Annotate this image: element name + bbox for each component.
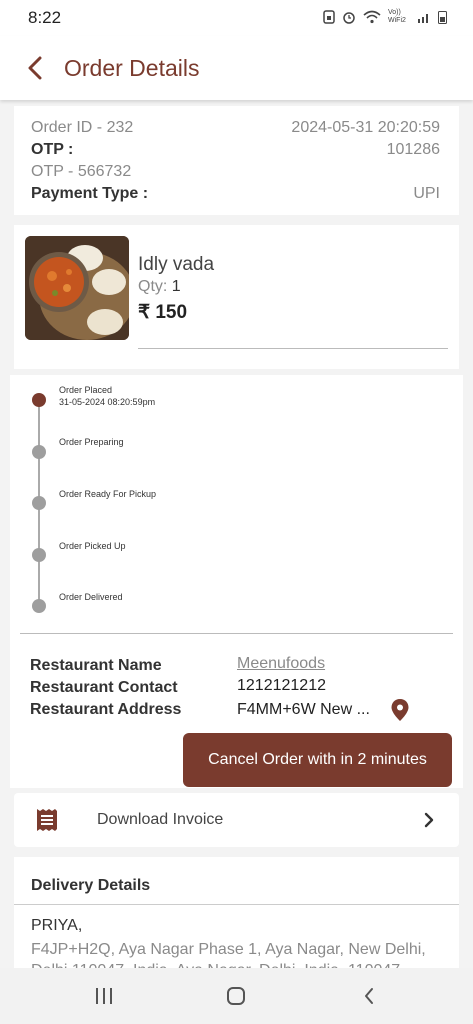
otp-label: OTP : xyxy=(31,141,74,158)
timeline-step-ready-for-pickup: Order Ready For Pickup xyxy=(59,489,157,499)
timeline-step-order-placed: Order Placed 31-05-2024 08:20:59pm xyxy=(59,384,155,408)
signal-icon xyxy=(418,14,428,23)
otp-secondary: OTP - 566732 xyxy=(31,163,132,180)
invoice-icon xyxy=(36,808,58,832)
payment-type-value: UPI xyxy=(413,185,440,202)
wifi-icon xyxy=(363,10,381,24)
back-arrow-icon xyxy=(28,56,42,80)
item-price: ₹ 150 xyxy=(138,302,188,323)
restaurant-contact-value[interactable]: 1212121212 xyxy=(237,677,326,695)
qty-label: Qty: xyxy=(138,278,168,295)
food-image xyxy=(25,236,129,340)
timeline-step-label: Order Placed xyxy=(59,385,113,395)
back-button[interactable] xyxy=(20,52,50,84)
status-time: 8:22 xyxy=(28,8,62,27)
qty-value: 1 xyxy=(171,278,181,295)
app-bar: Order Details xyxy=(0,36,473,100)
timeline-dot-order-placed xyxy=(32,393,46,407)
chevron-right-icon xyxy=(423,810,435,830)
item-quantity: Qty: 1 xyxy=(138,278,181,296)
timeline-step-picked-up: Order Picked Up xyxy=(59,541,126,551)
system-nav-bar xyxy=(0,968,473,1024)
cancel-order-button[interactable]: Cancel Order with in 2 minutes xyxy=(183,733,452,787)
status-bar: 8:22 Vo)) WiFi2 xyxy=(0,0,473,36)
recent-apps-icon xyxy=(96,988,112,1004)
delivery-customer-name: PRIYA, xyxy=(31,917,83,934)
payment-type-label: Payment Type : xyxy=(31,185,149,202)
network-label: Vo)) WiFi2 xyxy=(388,9,406,24)
page-title: Order Details xyxy=(64,55,200,81)
order-item-card: Idly vada Qty: 1 ₹ 150 xyxy=(14,225,459,369)
timeline-dot-ready-for-pickup xyxy=(32,496,46,510)
timeline-dot-delivered xyxy=(32,599,46,613)
download-invoice-row[interactable]: Download Invoice xyxy=(14,793,459,847)
timeline-dot-order-preparing xyxy=(32,445,46,459)
restaurant-name-link[interactable]: Meenufoods xyxy=(237,655,325,673)
timeline-dot-picked-up xyxy=(32,548,46,562)
order-datetime: 2024-05-31 20:20:59 xyxy=(291,119,440,136)
order-info-card: Order ID - 232 2024-05-31 20:20:59 OTP :… xyxy=(14,106,459,215)
timeline-step-delivered: Order Delivered xyxy=(59,592,123,602)
battery-icon xyxy=(438,11,447,24)
order-status-card: Order Placed 31-05-2024 08:20:59pm Order… xyxy=(10,375,463,788)
divider xyxy=(14,904,459,905)
order-id: Order ID - 232 xyxy=(31,119,134,136)
back-chevron-icon xyxy=(365,988,373,1004)
timeline-step-time: 31-05-2024 08:20:59pm xyxy=(59,397,156,407)
restaurant-address-label: Restaurant Address xyxy=(30,701,182,718)
timeline-step-order-preparing: Order Preparing xyxy=(59,437,124,447)
recent-apps-button[interactable] xyxy=(89,982,119,1010)
divider xyxy=(138,348,448,349)
alarm-icon xyxy=(343,12,355,24)
divider xyxy=(20,633,453,634)
restaurant-address-value: F4MM+6W New ... xyxy=(237,701,370,718)
item-name: Idly vada xyxy=(138,254,215,275)
restaurant-contact-label: Restaurant Contact xyxy=(30,679,178,696)
delivery-details-title: Delivery Details xyxy=(31,877,151,894)
lock-icon xyxy=(323,10,335,24)
otp-value: 101286 xyxy=(386,141,440,158)
status-icons: Vo)) WiFi2 xyxy=(323,9,447,25)
map-pin-icon[interactable] xyxy=(390,698,410,722)
restaurant-name-label: Restaurant Name xyxy=(30,657,162,674)
home-icon xyxy=(227,987,245,1005)
download-invoice-label: Download Invoice xyxy=(97,811,224,828)
system-back-button[interactable] xyxy=(354,982,384,1010)
home-button[interactable] xyxy=(221,982,251,1010)
